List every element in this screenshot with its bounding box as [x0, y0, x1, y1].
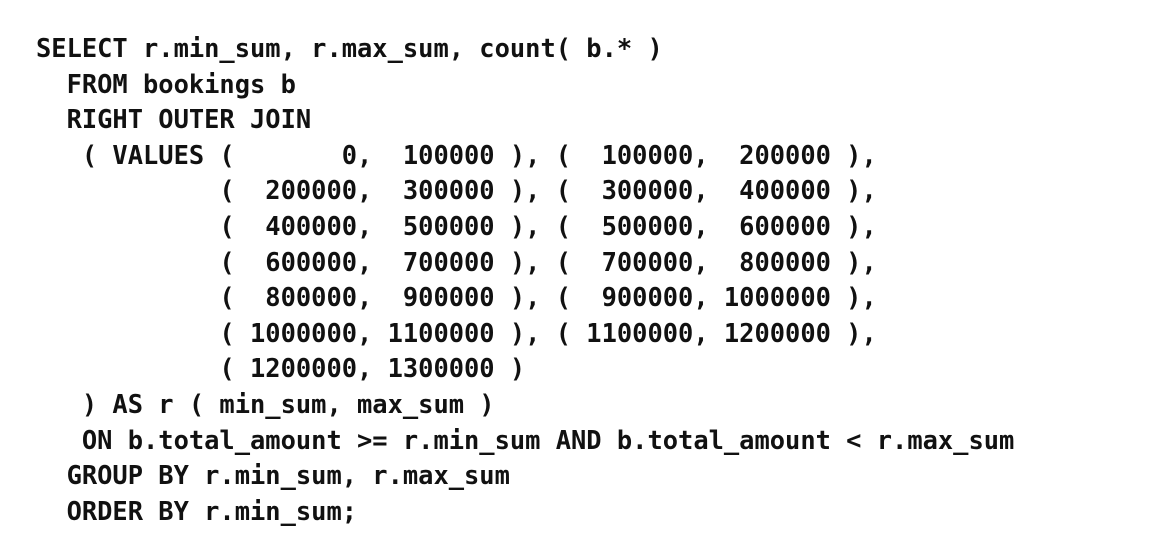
code-line-values-5: ( 800000, 900000 ), ( 900000, 1000000 ),	[36, 282, 877, 313]
code-line-from: FROM bookings b	[36, 68, 296, 99]
sql-code-block: SELECT r.min_sum, r.max_sum, count( b.* …	[36, 31, 1014, 529]
code-line-values-1: ( VALUES ( 0, 100000 ), ( 100000, 200000…	[36, 139, 877, 170]
code-line-order-by: ORDER BY r.min_sum;	[36, 495, 358, 526]
code-line-values-4: ( 600000, 700000 ), ( 700000, 800000 ),	[36, 246, 877, 277]
code-line-values-7: ( 1200000, 1300000 )	[36, 353, 526, 384]
code-line-as-alias: ) AS r ( min_sum, max_sum )	[36, 388, 495, 419]
code-line-values-3: ( 400000, 500000 ), ( 500000, 600000 ),	[36, 210, 877, 241]
code-line-values-2: ( 200000, 300000 ), ( 300000, 400000 ),	[36, 175, 877, 206]
code-line-values-6: ( 1000000, 1100000 ), ( 1100000, 1200000…	[36, 317, 877, 348]
code-line-on-condition: ON b.total_amount >= r.min_sum AND b.tot…	[36, 424, 1015, 455]
code-line-group-by: GROUP BY r.min_sum, r.max_sum	[36, 460, 510, 491]
code-line-right-outer-join: RIGHT OUTER JOIN	[36, 104, 312, 135]
code-line-select: SELECT r.min_sum, r.max_sum, count( b.* …	[36, 33, 663, 63]
